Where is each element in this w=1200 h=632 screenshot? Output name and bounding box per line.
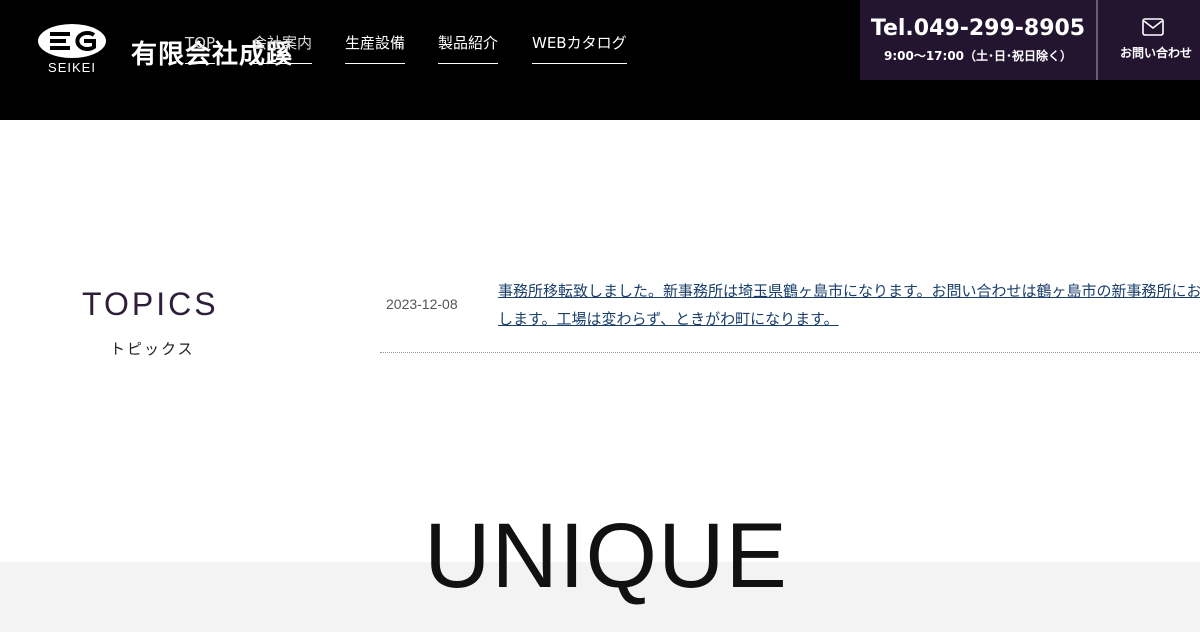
logo-subtext: SEIKEI	[48, 60, 96, 75]
tel-number: Tel.049-299-8905	[870, 16, 1086, 41]
topics-title: TOPICS	[82, 286, 219, 322]
nav-equipment[interactable]: 生産設備	[345, 32, 406, 64]
contact-button[interactable]: お問い合わせ	[1098, 0, 1200, 80]
contact-label: お問い合わせ	[1119, 46, 1192, 60]
mail-icon	[1142, 18, 1164, 36]
site-header: SEIKEI 有限会社成蹊 TOP 会社案内 生産設備 製品紹介 WEBカタログ…	[0, 0, 1200, 120]
topic-item: 2023-12-08 事務所移転致しました。新事務所は埼玉県鶴ヶ島市になります。…	[380, 270, 1200, 353]
unique-heading: UNIQUE	[424, 505, 788, 607]
logo[interactable]: SEIKEI	[36, 22, 108, 78]
tel-box[interactable]: Tel.049-299-8905 9:00〜17:00（土･日･祝日除く）	[860, 0, 1096, 80]
topics-subtitle: トピックス	[110, 340, 195, 358]
nav-top[interactable]: TOP	[185, 32, 216, 64]
nav-web-catalog[interactable]: WEBカタログ	[532, 32, 627, 64]
nav-company[interactable]: 会社案内	[252, 32, 313, 64]
topic-link[interactable]: 事務所移転致しました。新事務所は埼玉県鶴ヶ島市になります。お問い合わせは鶴ヶ島市…	[498, 277, 1200, 333]
topic-date: 2023-12-08	[386, 296, 458, 312]
tel-hours: 9:00〜17:00（土･日･祝日除く）	[883, 49, 1073, 63]
logo-mark-icon	[38, 24, 106, 58]
nav-products[interactable]: 製品紹介	[438, 32, 499, 64]
